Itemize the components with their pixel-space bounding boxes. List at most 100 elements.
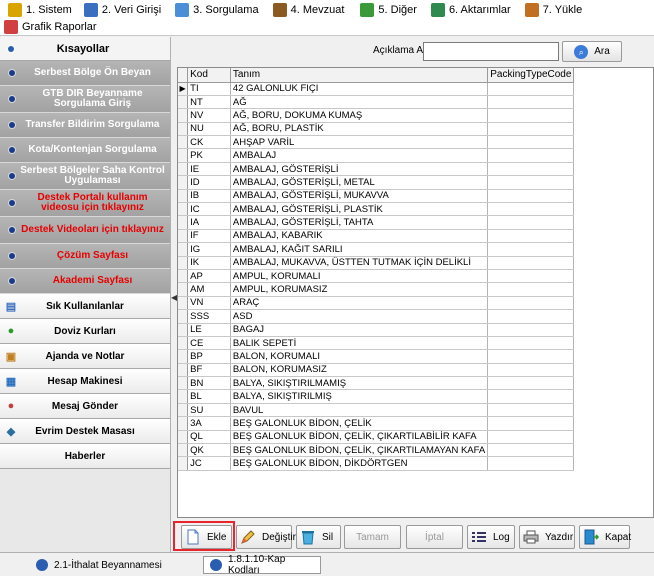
cell-tanim[interactable]: BALIK SEPETİ (230, 336, 489, 351)
shortcut-item[interactable]: Çözüm Sayfası (0, 244, 170, 269)
cell-tanim[interactable]: 42 GALONLUK FIÇI (230, 82, 489, 96)
table-row[interactable]: ID AMBALAJ, GÖSTERİŞLİ, METAL (178, 175, 653, 190)
panel-haberler[interactable]: Haberler (0, 444, 170, 469)
cell-tanim[interactable]: AMBALAJ, KABARIK (230, 229, 489, 244)
cell-packingtypecode[interactable] (487, 296, 575, 311)
cell-kod[interactable]: JC (187, 456, 231, 471)
column-header-kod[interactable]: Kod (187, 68, 231, 83)
task-tab-kap-kodlari[interactable]: 1.8.1.10-Kap Kodları (203, 554, 321, 576)
cell-packingtypecode[interactable] (487, 202, 575, 217)
cell-kod[interactable]: IE (187, 162, 231, 177)
cell-tanim[interactable]: ASD (230, 309, 489, 324)
cell-kod[interactable]: IG (187, 242, 231, 257)
cell-kod[interactable]: IC (187, 202, 231, 217)
cell-tanim[interactable]: AHŞAP VARİL (230, 135, 489, 150)
confirm-button[interactable]: Tamam (344, 525, 401, 549)
cell-packingtypecode[interactable] (487, 108, 575, 123)
shortcut-item[interactable]: Destek Portalı kullanım videosu için tık… (0, 190, 170, 217)
cell-packingtypecode[interactable] (487, 189, 575, 204)
column-header-tanim[interactable]: Tanım (230, 68, 489, 83)
cell-packingtypecode[interactable] (487, 309, 575, 324)
cell-kod[interactable]: NV (187, 108, 231, 123)
cell-tanim[interactable]: AMPUL, KORUMASIZ (230, 282, 489, 297)
table-row[interactable]: SSS ASD (178, 309, 653, 324)
cell-tanim[interactable]: AMBALAJ, KAĞIT SARILI (230, 242, 489, 257)
cell-kod[interactable]: IA (187, 215, 231, 230)
shortcut-item[interactable]: Destek Videoları için tıklayınız (0, 217, 170, 244)
panel-ajanda-ve-notlar[interactable]: ▣ Ajanda ve Notlar (0, 344, 170, 369)
delete-button[interactable]: Sil (296, 525, 341, 549)
cell-tanim[interactable]: AMBALAJ, GÖSTERİŞLİ, MUKAVVA (230, 189, 489, 204)
cell-packingtypecode[interactable] (487, 256, 575, 270)
cell-tanim[interactable]: AĞ, BORU, PLASTİK (230, 122, 489, 137)
cell-kod[interactable]: VN (187, 296, 231, 311)
cell-kod[interactable]: CE (187, 336, 231, 351)
cell-tanim[interactable]: BALON, KORUMALI (230, 349, 489, 364)
cell-kod[interactable]: BP (187, 349, 231, 364)
table-row[interactable]: CK AHŞAP VARİL (178, 135, 653, 150)
cell-kod[interactable]: AP (187, 269, 231, 284)
panel-evrim-destek-masas[interactable]: ◆ Evrim Destek Masası (0, 419, 170, 444)
cell-kod[interactable]: IB (187, 189, 231, 204)
cell-packingtypecode[interactable] (487, 403, 575, 418)
shortcut-item[interactable]: Serbest Bölgeler Saha Kontrol Uygulaması (0, 163, 170, 190)
cell-kod[interactable]: SU (187, 403, 231, 418)
close-button[interactable]: Kapat (579, 525, 631, 549)
add-button[interactable]: Ekle (181, 525, 232, 549)
task-tab-ithalat-beyannamesi[interactable]: 2.1-İthalat Beyannamesi (30, 556, 168, 574)
panel-hesap-makinesi[interactable]: ▦ Hesap Makinesi (0, 369, 170, 394)
cell-tanim[interactable]: AMPUL, KORUMALI (230, 269, 489, 284)
shortcut-item[interactable]: Serbest Bölge Ön Beyan (0, 61, 170, 86)
shortcut-item[interactable]: GTB DIR Beyanname Sorgulama Giriş (0, 86, 170, 113)
log-button[interactable]: Log (467, 525, 515, 549)
table-row[interactable]: QL BEŞ GALONLUK BİDON, ÇELİK, ÇIKARTILABİ… (178, 430, 653, 445)
cell-kod[interactable]: TI (187, 82, 231, 96)
menu-5[interactable]: 5. Diğer (358, 2, 419, 18)
cell-packingtypecode[interactable] (487, 215, 575, 230)
cell-packingtypecode[interactable] (487, 95, 575, 110)
table-row[interactable]: BN BALYA, SIKIŞTIRILMAMIŞ (178, 376, 653, 391)
menu-2[interactable]: 2. Veri Girişi (82, 2, 163, 18)
column-header-packingtypecode[interactable]: PackingTypeCode (487, 68, 575, 83)
cell-tanim[interactable]: BAVUL (230, 403, 489, 418)
cell-packingtypecode[interactable] (487, 376, 575, 391)
menu-1[interactable]: 1. Sistem (6, 2, 74, 18)
cell-kod[interactable]: LE (187, 323, 231, 337)
cell-tanim[interactable]: BEŞ GALONLUK BİDON, DİKDÖRTGEN (230, 456, 489, 471)
cell-packingtypecode[interactable] (487, 148, 575, 163)
menu-4[interactable]: 4. Mevzuat (271, 2, 347, 18)
table-row[interactable]: JC BEŞ GALONLUK BİDON, DİKDÖRTGEN (178, 456, 653, 471)
search-button[interactable]: ⌕ Ara (562, 41, 622, 62)
cell-packingtypecode[interactable] (487, 430, 575, 445)
cell-tanim[interactable]: BEŞ GALONLUK BİDON, ÇELİK, ÇIKARTILABİLİ… (230, 430, 489, 445)
cell-packingtypecode[interactable] (487, 282, 575, 297)
cell-packingtypecode[interactable] (487, 456, 575, 471)
menu-7[interactable]: 7. Yükle (523, 2, 585, 18)
cell-kod[interactable]: IK (187, 256, 231, 270)
cell-tanim[interactable]: BALYA, SIKIŞTIRILMAMIŞ (230, 376, 489, 391)
cell-packingtypecode[interactable] (487, 135, 575, 150)
table-row[interactable]: NV AĞ, BORU, DOKUMA KUMAŞ (178, 108, 653, 123)
cell-tanim[interactable]: AMBALAJ, GÖSTERİŞLİ, PLASTİK (230, 202, 489, 217)
cell-packingtypecode[interactable] (487, 242, 575, 257)
search-input[interactable] (423, 42, 559, 61)
cell-kod[interactable]: CK (187, 135, 231, 150)
cell-kod[interactable]: 3A (187, 416, 231, 431)
table-row[interactable]: NU AĞ, BORU, PLASTİK (178, 122, 653, 137)
cell-tanim[interactable]: AMBALAJ, MUKAVVA, ÜSTTEN TUTMAK İÇİN DEL… (230, 256, 489, 270)
cell-packingtypecode[interactable] (487, 323, 575, 337)
cell-tanim[interactable]: BEŞ GALONLUK BİDON, ÇELİK, ÇIKARTILAMAYA… (230, 443, 489, 458)
cell-tanim[interactable]: AĞ (230, 95, 489, 110)
cell-kod[interactable]: NU (187, 122, 231, 137)
table-row[interactable]: PK AMBALAJ (178, 148, 653, 163)
cell-packingtypecode[interactable] (487, 229, 575, 244)
table-row[interactable]: IK AMBALAJ, MUKAVVA, ÜSTTEN TUTMAK İÇİN D… (178, 256, 653, 270)
cell-tanim[interactable]: ARAÇ (230, 296, 489, 311)
table-row[interactable]: IG AMBALAJ, KAĞIT SARILI (178, 242, 653, 257)
shortcuts-header[interactable]: Kısayollar (0, 37, 170, 61)
cell-tanim[interactable]: AMBALAJ (230, 148, 489, 163)
table-row[interactable]: BL BALYA, SIKIŞTIRILMIŞ (178, 389, 653, 404)
cell-kod[interactable]: ID (187, 175, 231, 190)
cell-packingtypecode[interactable] (487, 363, 575, 378)
cell-tanim[interactable]: AMBALAJ, GÖSTERİŞLİ, METAL (230, 175, 489, 190)
